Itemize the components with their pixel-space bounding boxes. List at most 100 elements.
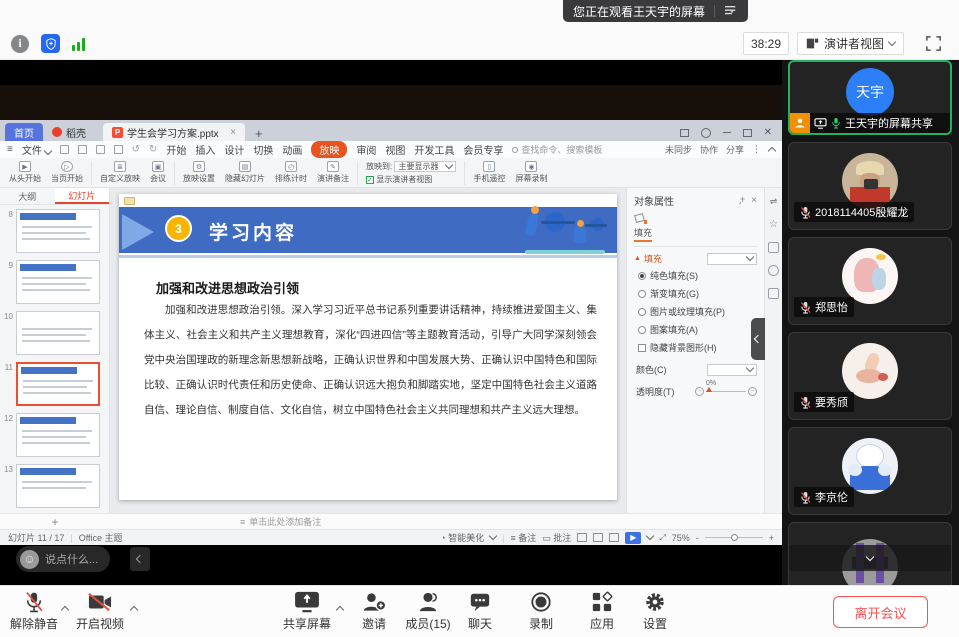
menu-insert[interactable]: 插入 xyxy=(195,142,215,157)
participant-tile[interactable]: 郑思怡 xyxy=(788,237,952,325)
ribbon-phone-remote[interactable]: ▯手机遥控 xyxy=(468,161,510,184)
beautify-button[interactable]: ◔ 智能美化 xyxy=(440,531,484,544)
zoom-slider[interactable] xyxy=(705,537,763,538)
tab-outline[interactable]: 大纲 xyxy=(0,188,55,204)
settings-button[interactable]: 设置 xyxy=(623,591,687,632)
wps-docer-tab[interactable]: 稻壳 xyxy=(43,123,95,141)
maximize-icon[interactable] xyxy=(743,129,752,137)
doc-switch-icon[interactable] xyxy=(680,129,689,137)
display-select[interactable]: 主要显示器 xyxy=(394,161,456,172)
slide-audio-icon[interactable] xyxy=(124,197,135,205)
unmute-button[interactable]: 解除静音 xyxy=(2,591,66,632)
close-window-icon[interactable]: ✕ xyxy=(764,127,772,138)
fill-tab[interactable]: 填充 xyxy=(634,226,652,242)
menu-member[interactable]: 会员专享 xyxy=(463,142,503,157)
print-icon[interactable] xyxy=(96,145,105,154)
radio-gradient-fill[interactable]: 渐变填充(G) xyxy=(638,287,757,300)
wps-home-tab[interactable]: 首页 xyxy=(5,123,43,141)
ribbon-play-from-start[interactable]: ▶从头开始 xyxy=(4,161,46,184)
scroll-more-participants[interactable] xyxy=(789,545,951,571)
tab-slides[interactable]: 幻灯片 xyxy=(55,188,110,204)
save-icon[interactable] xyxy=(60,145,69,154)
ribbon-speaker-notes[interactable]: ✎演讲备注 xyxy=(312,161,354,184)
leave-meeting-button[interactable]: 离开会议 xyxy=(833,596,928,628)
sorter-view-icon[interactable] xyxy=(593,533,603,542)
collapse-ribbon-icon[interactable] xyxy=(768,147,776,155)
output-icon[interactable] xyxy=(78,145,87,154)
menu-animation[interactable]: 动画 xyxy=(282,142,302,157)
panel-expand-handle[interactable] xyxy=(751,318,765,360)
slider-marker[interactable] xyxy=(706,387,712,392)
ribbon-meeting[interactable]: ▣会议 xyxy=(145,161,171,184)
new-tab-button[interactable]: + xyxy=(255,126,263,141)
effects-rail-icon[interactable]: ☆ xyxy=(769,219,778,230)
participant-tile[interactable]: 2018114405殷耀龙 xyxy=(788,142,952,230)
thumbnail-row[interactable]: 12 xyxy=(2,413,105,457)
help-rail-icon[interactable] xyxy=(768,265,779,276)
thumbnail-row[interactable]: 13 xyxy=(2,464,105,508)
participant-tile[interactable]: 李京伦 xyxy=(788,427,952,515)
color-select[interactable] xyxy=(707,364,757,376)
chat-input-placeholder[interactable]: 说点什么... xyxy=(45,551,98,567)
menu-design[interactable]: 设计 xyxy=(224,142,244,157)
ribbon-hide-slide[interactable]: ▤隐藏幻灯片 xyxy=(220,161,270,184)
thumbnail-row[interactable]: 8 xyxy=(2,209,105,253)
notes-placeholder[interactable]: ≡ 单击此处添加备注 xyxy=(240,515,321,528)
participant-tile[interactable]: 要秀颀 xyxy=(788,332,952,420)
chat-collapse-button[interactable] xyxy=(130,547,150,571)
start-video-button[interactable]: 开启视频 xyxy=(68,591,132,632)
reading-view-icon[interactable] xyxy=(609,533,619,542)
normal-view-icon[interactable] xyxy=(577,533,587,542)
checkbox-hide-background[interactable]: 隐藏背景图形(H) xyxy=(638,341,757,354)
menu-review[interactable]: 审阅 xyxy=(356,142,376,157)
properties-rail-icon[interactable]: ⇌ xyxy=(770,196,778,207)
sticker-rail-icon[interactable] xyxy=(768,288,779,299)
close-document-icon[interactable]: × xyxy=(230,127,236,138)
radio-picture-fill[interactable]: 图片或纹理填充(P) xyxy=(638,305,757,318)
menu-icon[interactable] xyxy=(724,5,738,17)
command-search[interactable]: 查找命令、搜索模板 xyxy=(512,143,602,156)
zoom-in-button[interactable]: + xyxy=(769,533,774,543)
meeting-info-icon[interactable]: i xyxy=(11,35,29,53)
notes-toggle-button[interactable]: ≡ 备注 xyxy=(511,531,537,544)
thumbnail-row[interactable]: 10 xyxy=(2,311,105,355)
menu-transition[interactable]: 切换 xyxy=(253,142,273,157)
share-screen-button[interactable]: 共享屏幕 xyxy=(275,591,339,632)
zoom-level[interactable]: 75% xyxy=(672,533,690,543)
ribbon-play-current[interactable]: ▷当页开始 xyxy=(46,161,88,184)
quick-chat-bar[interactable]: ☺ 说点什么... xyxy=(16,546,110,572)
ribbon-screen-record[interactable]: ◉屏幕录制 xyxy=(510,161,552,184)
ribbon-custom-show[interactable]: ≣自定义放映 xyxy=(95,161,145,184)
ribbon-rehearse[interactable]: ◴排练计时 xyxy=(270,161,312,184)
chat-button[interactable]: 聊天 xyxy=(448,591,512,632)
radio-pattern-fill[interactable]: 图案填充(A) xyxy=(638,323,757,336)
thumbnail-row[interactable]: 9 xyxy=(2,260,105,304)
menu-view[interactable]: 视图 xyxy=(385,142,405,157)
menu-slideshow-active[interactable]: 放映 xyxy=(311,141,347,158)
zoom-slider-knob[interactable] xyxy=(731,534,738,541)
plus-icon[interactable]: − xyxy=(748,387,757,396)
security-shield-icon[interactable] xyxy=(41,34,60,53)
record-button[interactable]: 录制 xyxy=(509,591,573,632)
close-panel-icon[interactable]: × xyxy=(751,195,757,206)
zoom-out-button[interactable]: - xyxy=(696,533,699,543)
browser-icon[interactable] xyxy=(701,128,711,138)
slideshow-play-button[interactable]: ▶ xyxy=(625,532,641,544)
participant-tile-partial[interactable] xyxy=(788,522,952,585)
watching-banner[interactable]: 您正在观看王天宇的屏幕 xyxy=(563,0,748,22)
menu-start[interactable]: 开始 xyxy=(166,142,186,157)
collaborate-button[interactable]: 协作 xyxy=(700,143,718,156)
comments-toggle-button[interactable]: ▭ 批注 xyxy=(542,531,571,544)
cloud-sync-status[interactable]: 未同步 xyxy=(665,143,692,156)
undo-icon[interactable]: ↺ xyxy=(132,144,140,155)
share-button[interactable]: 分享 xyxy=(726,143,744,156)
hamburger-icon[interactable]: ≡ xyxy=(7,144,13,155)
participant-tile-sharing[interactable]: 天宇 王天宇的屏幕共享 xyxy=(788,60,952,135)
current-slide[interactable]: 3 学习内容 加强和改进思想政 xyxy=(119,194,617,500)
preview-icon[interactable] xyxy=(114,145,123,154)
thumbnail-list[interactable]: 8 9 10 11 12 13 xyxy=(0,205,109,513)
fill-style-select[interactable] xyxy=(707,253,757,265)
presenter-view-checkbox-row[interactable]: ✓ 显示演讲者视图 xyxy=(366,174,456,185)
more-menu-icon[interactable]: ⋮ xyxy=(752,144,761,155)
layout-rail-icon[interactable] xyxy=(768,242,779,253)
